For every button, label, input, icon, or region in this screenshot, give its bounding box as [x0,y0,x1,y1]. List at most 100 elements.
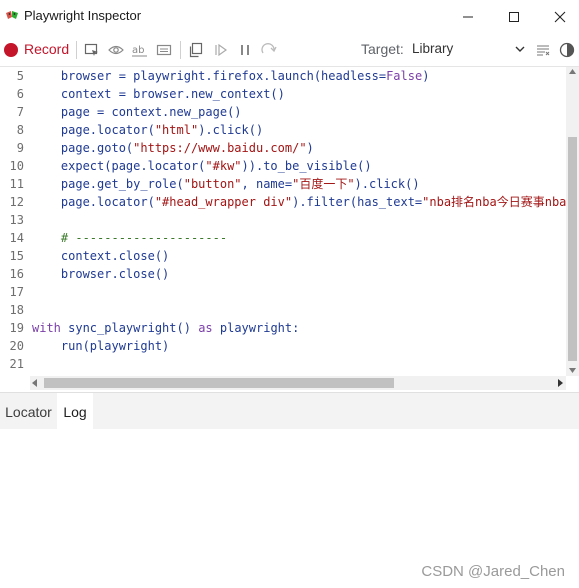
toolbar-divider [180,41,181,59]
code-line: 15 context.close() [0,247,566,265]
minimize-button[interactable] [445,0,491,33]
code-text: context = browser.new_context() [32,87,285,101]
tab-locator[interactable]: Locator [0,393,57,430]
code-line: 13 [0,211,566,229]
scroll-left-icon[interactable] [32,379,38,387]
record-icon [4,43,18,57]
resume-icon [215,43,228,57]
copy-icon [189,42,203,58]
maximize-icon [509,11,519,22]
toggle-theme-icon [559,42,575,58]
code-text: browser = playwright.firefox.launch(head… [32,69,430,83]
step-over-button[interactable] [260,41,278,59]
record-button[interactable]: Record [0,33,72,67]
line-number: 12 [9,195,24,209]
close-button[interactable] [537,0,579,33]
code-line: 16 browser.close() [0,265,566,283]
code-line: 19 with sync_playwright() as playwright: [0,319,566,337]
code-text: run(playwright) [32,339,170,353]
step-over-icon [261,43,277,54]
scroll-up-icon[interactable] [569,69,576,75]
code-comment: # --------------------- [32,231,228,245]
target-label: Target: [361,41,404,57]
code-line: 10 expect(page.locator("#kw")).to_be_vis… [0,157,566,175]
resume-button[interactable] [212,41,230,59]
toolbar: Record ab Target: Library [0,33,579,67]
line-number: 17 [9,285,24,299]
toggle-theme-button[interactable] [558,41,576,59]
code-text: page.get_by_role("button", name="百度一下").… [32,177,420,191]
code-text: page = context.new_page() [32,105,242,119]
line-number: 9 [16,141,24,155]
code-line: 12 page.locator("#head_wrapper div").fil… [0,193,566,211]
assert-text-button[interactable]: ab [131,41,149,59]
code-line: 5 browser = playwright.firefox.launch(he… [0,67,566,85]
record-label: Record [24,41,70,57]
toolbar-divider [76,41,77,59]
line-number: 11 [9,177,24,191]
line-number: 15 [9,249,24,263]
pause-button[interactable] [236,41,254,59]
code-line: 17 [0,283,566,301]
code-line: 11 page.get_by_role("button", name="百度一下… [0,175,566,193]
assert-value-icon [156,44,172,56]
title-bar: Playwright Inspector [0,0,579,33]
copy-button[interactable] [187,41,205,59]
line-number: 10 [9,159,24,173]
close-icon [554,11,566,22]
code-line: 14 # --------------------- [0,229,566,247]
chevron-down-icon [515,46,525,52]
pick-locator-icon [84,43,98,56]
line-number: 19 [9,321,24,335]
code-line: 21 [0,355,566,373]
code-text: page.locator("html").click() [32,123,264,137]
line-number: 20 [9,339,24,353]
assert-value-button[interactable] [155,41,173,59]
svg-text:ab: ab [132,45,144,56]
horizontal-scroll-thumb[interactable] [44,378,394,388]
watermark: CSDN @Jared_Chen [421,563,565,580]
pause-icon [241,45,249,55]
maximize-button[interactable] [491,0,537,33]
line-number: 14 [9,231,24,245]
line-number: 18 [9,303,24,317]
target-select[interactable]: Library [406,37,530,61]
code-text: with sync_playwright() as playwright: [32,321,300,335]
code-text: page.goto("https://www.baidu.com/") [32,141,314,155]
bottom-tab-bar: Locator Log [0,392,579,430]
code-line: 8 page.locator("html").click() [0,121,566,139]
code-text: expect(page.locator("#kw")).to_be_visibl… [32,159,372,173]
scroll-down-icon[interactable] [569,368,576,374]
code-text: page.locator("#head_wrapper div").filter… [32,195,566,209]
vertical-scrollbar[interactable] [566,67,579,376]
tab-log[interactable]: Log [57,393,93,430]
line-number: 13 [9,213,24,227]
pick-locator-button[interactable] [83,41,101,59]
clear-button[interactable] [534,41,552,59]
code-editor[interactable]: 5 browser = playwright.firefox.launch(he… [0,67,566,376]
log-panel: CSDN @Jared_Chen [0,429,579,588]
scroll-right-icon[interactable] [558,379,564,387]
code-text: context.close() [32,249,170,263]
assert-visibility-icon [108,45,124,55]
window-title: Playwright Inspector [24,8,142,23]
code-line: 9 page.goto("https://www.baidu.com/") [0,139,566,157]
tab-label: Locator [5,403,52,420]
playwright-logo-icon [6,11,18,19]
code-line: 7 page = context.new_page() [0,103,566,121]
code-line: 20 run(playwright) [0,337,566,355]
horizontal-scrollbar[interactable] [30,376,566,390]
minimize-icon [463,16,473,17]
line-number: 6 [16,87,24,101]
clear-icon [537,45,550,56]
code-text: browser.close() [32,267,170,281]
target-value: Library [412,41,454,56]
code-line: 6 context = browser.new_context() [0,85,566,103]
line-number: 8 [16,123,24,137]
line-number: 5 [16,69,24,83]
code-line: 18 [0,301,566,319]
vertical-scroll-thumb[interactable] [568,137,577,361]
assert-text-icon: ab [132,45,147,57]
line-number: 16 [9,267,24,281]
assert-visibility-button[interactable] [107,41,125,59]
